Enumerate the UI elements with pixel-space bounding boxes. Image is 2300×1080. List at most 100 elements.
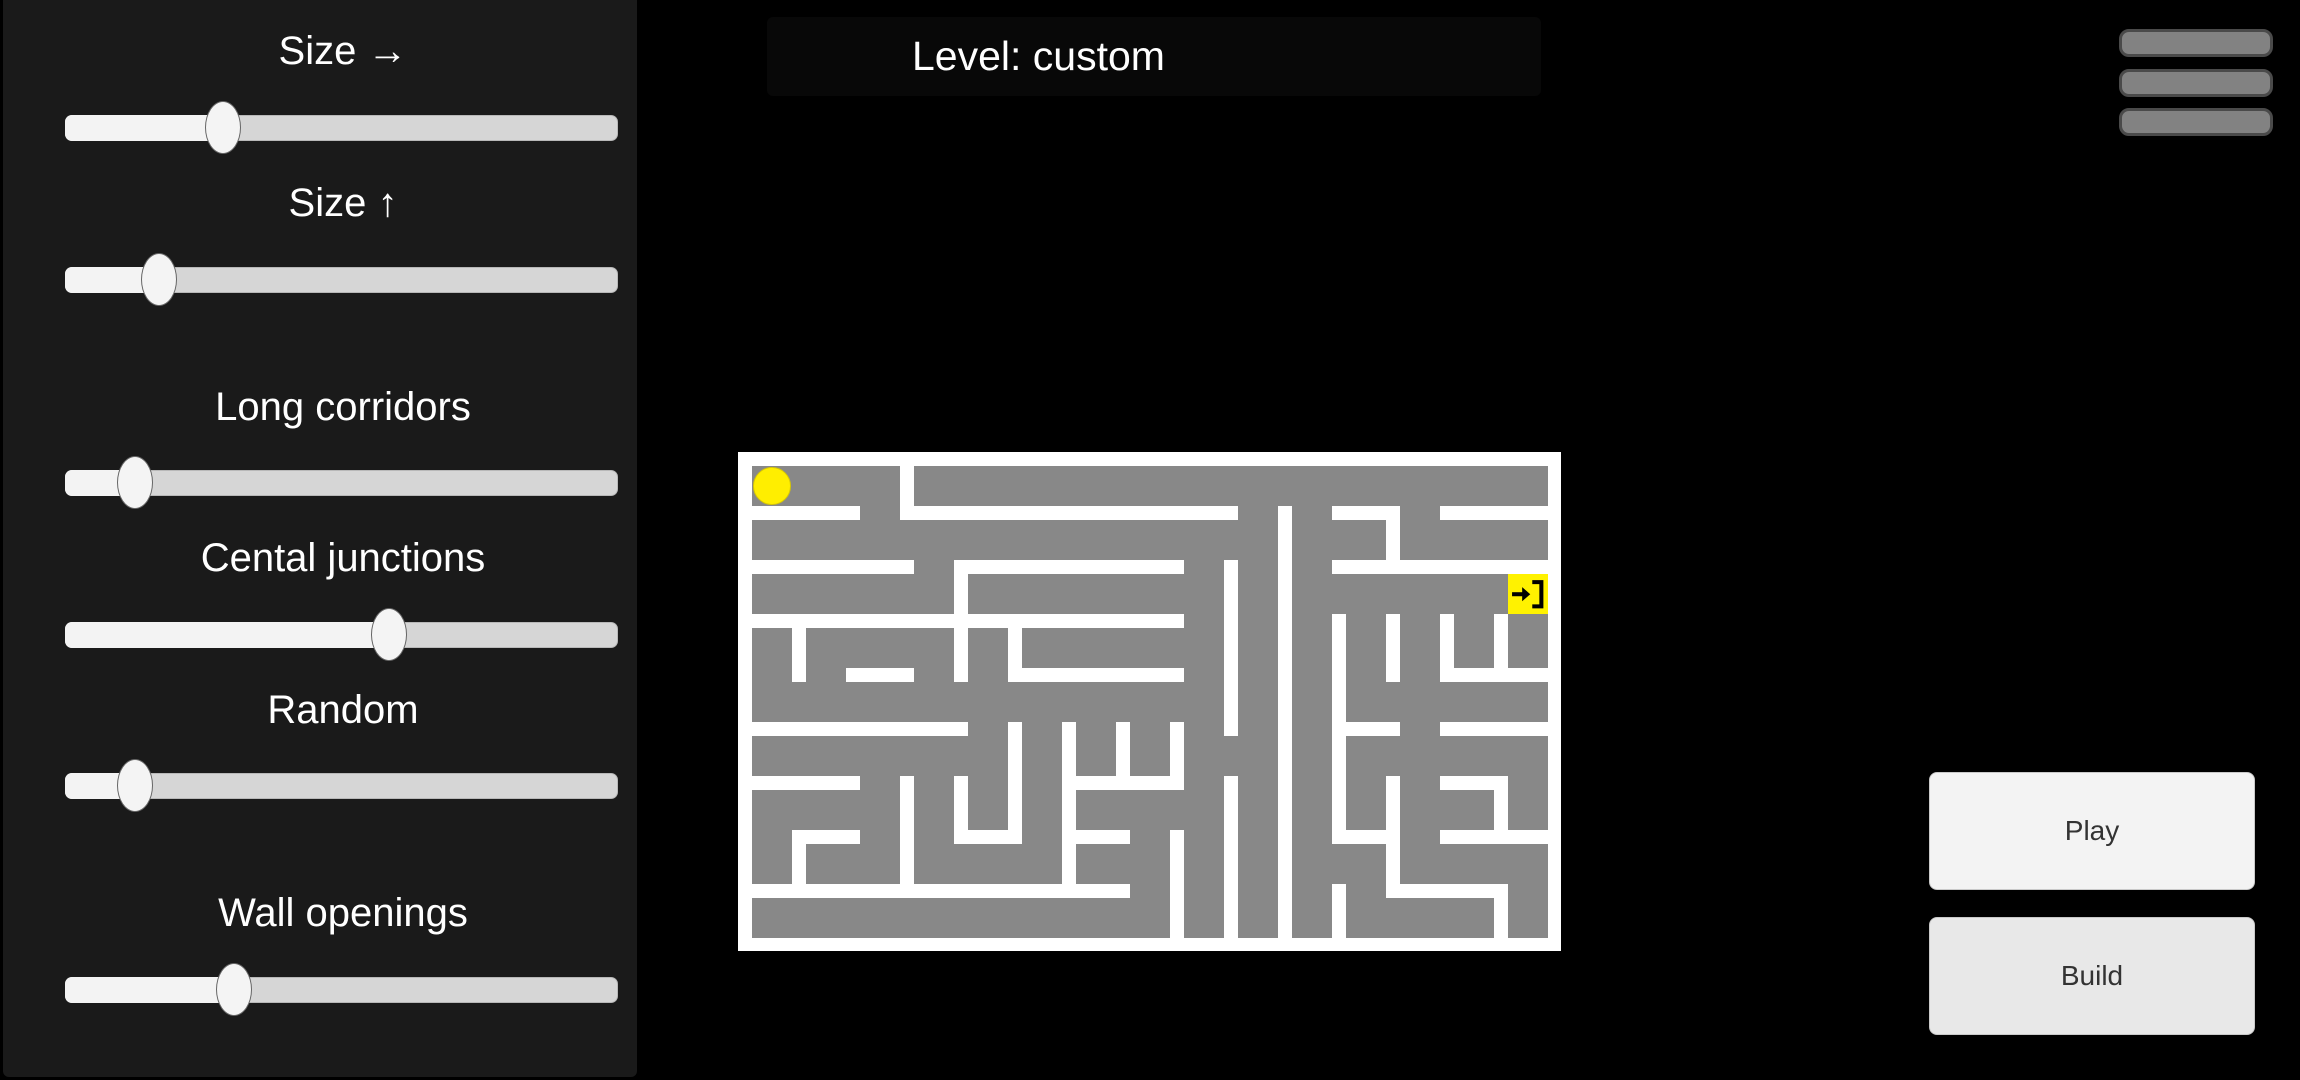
maze-passage: [953, 466, 969, 507]
maze-passage: [953, 735, 969, 777]
maze-passage: [1291, 775, 1333, 791]
maze-cell: [1345, 789, 1387, 831]
maze-cell: [1399, 735, 1441, 777]
maze-cell: [1183, 843, 1225, 885]
maze-cell: [859, 843, 901, 885]
maze-passage: [899, 735, 915, 777]
maze-board[interactable]: [738, 452, 1561, 951]
slider-random[interactable]: [65, 759, 618, 812]
maze-passage: [1115, 627, 1131, 669]
maze-cell: [805, 519, 847, 561]
maze-cell: [1507, 681, 1548, 723]
slider-thumb[interactable]: [117, 759, 154, 812]
maze-passage: [1115, 789, 1131, 831]
slider-thumb[interactable]: [215, 963, 252, 1016]
slider-size-vertical[interactable]: [65, 253, 618, 306]
maze-passage: [1291, 883, 1333, 899]
maze-passage: [1115, 843, 1131, 885]
menu-button[interactable]: [2119, 29, 2273, 141]
slider-wall-openings[interactable]: [65, 963, 618, 1016]
maze-cell: [1237, 466, 1279, 507]
maze-passage: [1223, 466, 1239, 507]
maze-cell: [1183, 627, 1225, 669]
maze-cell: [1507, 519, 1548, 561]
maze-cell: [805, 573, 847, 615]
maze-passage: [1021, 721, 1063, 737]
build-button[interactable]: Build: [1929, 917, 2255, 1035]
maze-cell: [1237, 519, 1279, 561]
maze-passage: [791, 573, 807, 615]
maze-passage: [1007, 573, 1023, 615]
slider-thumb[interactable]: [370, 608, 407, 661]
maze-cell: [752, 519, 793, 561]
maze-cell: [1399, 519, 1441, 561]
maze-cell: [1345, 519, 1387, 561]
maze-passage: [1291, 829, 1333, 845]
maze-cell: [1237, 573, 1279, 615]
maze-passage: [967, 667, 1009, 683]
maze-cell: [859, 681, 901, 723]
maze-cell: [752, 573, 793, 615]
maze-passage: [899, 897, 915, 938]
maze-cell: [1021, 843, 1063, 885]
maze-cell: [752, 897, 793, 938]
maze-passage: [1291, 667, 1333, 683]
maze-cell: [1237, 681, 1279, 723]
maze-cell: [1291, 897, 1333, 938]
slider-thumb[interactable]: [141, 253, 177, 306]
maze-passage: [1439, 573, 1455, 615]
maze-passage: [1331, 573, 1347, 615]
maze-cell: [1453, 573, 1495, 615]
play-button[interactable]: Play: [1929, 772, 2255, 890]
maze-cell: [805, 735, 847, 777]
slider-long-corridors[interactable]: [65, 456, 618, 509]
slider-fill: [65, 977, 234, 1003]
maze-passage: [791, 897, 807, 938]
maze-passage: [1237, 505, 1279, 521]
slider-thumb[interactable]: [117, 456, 154, 509]
maze-cell: [1507, 627, 1548, 669]
settings-panel: Size → Size ↑ Long corridors Cental junc…: [3, 0, 637, 1077]
maze-cell: [1453, 843, 1495, 885]
maze-passage: [859, 829, 901, 845]
slider-thumb[interactable]: [204, 101, 241, 154]
maze-cell: [752, 789, 793, 831]
maze-passage: [1007, 897, 1023, 938]
maze-cell: [859, 735, 901, 777]
maze-passage: [1115, 519, 1131, 561]
slider-size-horizontal[interactable]: [65, 101, 618, 154]
maze-passage: [953, 519, 969, 561]
maze-passage: [1223, 519, 1239, 561]
maze-passage: [1331, 519, 1347, 561]
maze-cell: [1075, 843, 1117, 885]
maze-passage: [953, 681, 969, 723]
maze-cell: [1507, 789, 1548, 831]
maze-passage: [913, 775, 955, 791]
maze-cell: [805, 466, 847, 507]
maze-passage: [1183, 775, 1225, 791]
maze-cell: [1183, 897, 1225, 938]
maze-passage: [1345, 613, 1387, 629]
maze-cell: [859, 466, 901, 507]
maze-cell: [805, 897, 847, 938]
maze-cell: [913, 519, 955, 561]
menu-bar: [2119, 108, 2273, 136]
maze-cell: [1453, 681, 1495, 723]
maze-passage: [1493, 466, 1509, 507]
maze-passage: [1183, 559, 1225, 575]
maze-passage: [845, 843, 861, 885]
maze-passage: [1169, 627, 1185, 669]
maze-passage: [1493, 573, 1509, 615]
maze-cell: [1291, 735, 1333, 777]
maze-passage: [1007, 466, 1023, 507]
maze-cell: [1345, 466, 1387, 507]
maze-passage: [1129, 883, 1171, 899]
maze-cell: [967, 843, 1009, 885]
maze-cell: [967, 627, 1009, 669]
maze-cell: [967, 681, 1009, 723]
maze-passage: [1183, 721, 1225, 737]
slider-cental-junctions[interactable]: [65, 608, 618, 661]
maze-passage: [1399, 613, 1441, 629]
maze-passage: [1291, 613, 1333, 629]
maze-cell: [1345, 843, 1387, 885]
